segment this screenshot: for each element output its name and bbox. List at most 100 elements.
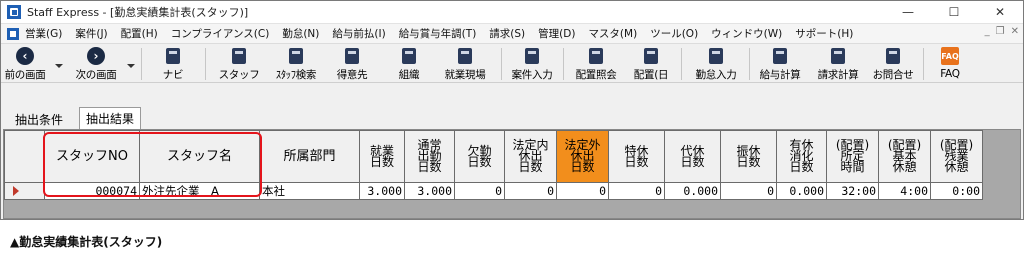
organization-button[interactable]: 組織 — [389, 46, 429, 82]
column-header-department[interactable]: 所属部門 — [259, 130, 360, 183]
cell-normal-days[interactable]: 3.000 — [404, 182, 455, 200]
cell-absence-days[interactable]: 0 — [454, 182, 505, 200]
column-header-absence-days[interactable]: 欠勤 日数 — [454, 130, 505, 183]
close-button[interactable]: ✕ — [977, 1, 1023, 23]
cell-work-days[interactable]: 3.000 — [359, 182, 405, 200]
staff-icon — [232, 47, 246, 64]
toolbar-separator — [141, 48, 142, 80]
toolbar: ‹ 前の画面 › 次の画面 ナビ スタッフ ｽﾀｯﾌ検索 得意先 組織 就業現場… — [1, 43, 1023, 83]
menu-compliance[interactable]: コンプライアンス(C) — [171, 26, 270, 41]
placement-inquiry-button[interactable]: 配置照会 — [567, 46, 625, 82]
column-header-substitute-leave[interactable]: 振休 日数 — [720, 130, 777, 183]
payroll-calc-icon — [773, 47, 787, 64]
app-icon — [7, 5, 21, 19]
customer-button[interactable]: 得意先 — [329, 46, 375, 82]
cell-nonlegal-holiday-work[interactable]: 0 — [556, 182, 609, 200]
cell-substitute-leave[interactable]: 0 — [720, 182, 777, 200]
forward-circle-icon: › — [87, 46, 105, 65]
cell-basic-break[interactable]: 4:00 — [878, 182, 931, 200]
toolbar-separator — [563, 48, 564, 80]
keyboard-icon — [166, 47, 180, 64]
cell-scheduled-hours[interactable]: 32:00 — [826, 182, 879, 200]
menu-management[interactable]: 管理(D) — [538, 26, 575, 41]
worksite-button[interactable]: 就業現場 — [435, 46, 495, 82]
case-input-icon — [525, 47, 539, 64]
document-icon[interactable] — [7, 27, 19, 40]
cell-special-leave[interactable]: 0 — [608, 182, 665, 200]
worksite-icon — [458, 47, 472, 64]
column-header-basic-break[interactable]: (配置) 基本 休憩 — [878, 130, 931, 183]
invoice-calc-icon — [831, 47, 845, 64]
menu-billing[interactable]: 請求(S) — [489, 26, 525, 41]
mdi-controls: _ ❐ ✕ — [985, 26, 1019, 37]
column-header-special-leave[interactable]: 特休 日数 — [608, 130, 665, 183]
column-header-work-days[interactable]: 就業 日数 — [359, 130, 405, 183]
row-selector[interactable] — [4, 182, 45, 200]
prev-dropdown-arrow-icon[interactable] — [55, 64, 63, 68]
window-title: Staff Express - [勤怠実績集計表(スタッフ)] — [27, 6, 249, 19]
back-circle-icon: ‹ — [16, 46, 34, 65]
column-header-scheduled-hours[interactable]: (配置) 所定 時間 — [826, 130, 879, 183]
case-input-button[interactable]: 案件入力 — [503, 46, 561, 82]
placement-day-icon — [644, 47, 658, 64]
menu-window[interactable]: ウィンドウ(W) — [711, 26, 782, 41]
payroll-calc-button[interactable]: 給与計算 — [751, 46, 809, 82]
cell-compensatory-leave[interactable]: 0.000 — [664, 182, 721, 200]
next-dropdown-arrow-icon[interactable] — [127, 64, 135, 68]
mdi-close-button[interactable]: ✕ — [1011, 26, 1019, 37]
menu-attendance[interactable]: 勤怠(N) — [282, 26, 319, 41]
toolbar-separator — [501, 48, 502, 80]
column-header-legal-holiday-work[interactable]: 法定内 休出 日数 — [504, 130, 557, 183]
menu-tools[interactable]: ツール(O) — [650, 26, 698, 41]
column-header-compensatory-leave[interactable]: 代休 日数 — [664, 130, 721, 183]
cell-paid-leave[interactable]: 0.000 — [776, 182, 827, 200]
inquiry-button[interactable]: お問合せ — [867, 46, 919, 82]
column-header-overtime-break[interactable]: (配置) 残業 休憩 — [930, 130, 983, 183]
row-pointer-icon — [13, 186, 19, 196]
cell-department[interactable]: 本社 — [259, 182, 360, 200]
customer-icon — [345, 47, 359, 64]
column-header-nonlegal-holiday-work[interactable]: 法定外 休出 日数 — [556, 130, 609, 183]
menu-support[interactable]: サポート(H) — [795, 26, 853, 41]
toolbar-separator — [749, 48, 750, 80]
menu-bar: 営業(G) 案件(J) 配置(H) コンプライアンス(C) 勤怠(N) 給与前払… — [1, 23, 1023, 43]
menu-sales[interactable]: 営業(G) — [25, 26, 62, 41]
attendance-input-icon — [709, 47, 723, 64]
placement-inquiry-icon — [589, 47, 603, 64]
mdi-minimize-button[interactable]: _ — [985, 26, 990, 37]
faq-button[interactable]: FAQ FAQ — [927, 46, 973, 82]
column-header-normal-days[interactable]: 通常 出勤 日数 — [404, 130, 455, 183]
maximize-button[interactable]: ☐ — [931, 1, 977, 23]
title-bar: Staff Express - [勤怠実績集計表(スタッフ)] — ☐ ✕ — [1, 1, 1023, 23]
toolbar-separator — [205, 48, 206, 80]
figure-caption: ▲勤怠実績集計表(スタッフ) — [10, 235, 163, 249]
mdi-restore-button[interactable]: ❐ — [996, 26, 1005, 37]
invoice-calc-button[interactable]: 請求計算 — [809, 46, 867, 82]
annotation-highlight-box — [43, 132, 262, 197]
tab-extraction-results[interactable]: 抽出結果 — [79, 107, 142, 129]
toolbar-separator — [923, 48, 924, 80]
placement-day-button[interactable]: 配置(日 — [627, 46, 675, 82]
minimize-button[interactable]: — — [885, 1, 931, 23]
faq-icon: FAQ — [941, 47, 959, 65]
staff-button[interactable]: スタッフ — [215, 46, 263, 82]
row-header-corner — [4, 130, 45, 183]
inquiry-icon — [886, 47, 900, 64]
tab-strip: 抽出条件 抽出結果 — [1, 105, 1023, 129]
navi-button[interactable]: ナビ — [156, 46, 190, 82]
tab-extraction-conditions[interactable]: 抽出条件 — [9, 109, 69, 129]
cell-legal-holiday-work[interactable]: 0 — [504, 182, 557, 200]
prev-screen-button[interactable]: ‹ 前の画面 — [1, 46, 49, 82]
menu-cases[interactable]: 案件(J) — [75, 26, 107, 41]
organization-icon — [402, 47, 416, 64]
menu-master[interactable]: マスタ(M) — [588, 26, 637, 41]
staff-search-button[interactable]: ｽﾀｯﾌ検索 — [267, 46, 325, 82]
menu-placement[interactable]: 配置(H) — [121, 26, 158, 41]
next-screen-button[interactable]: › 次の画面 — [67, 46, 125, 82]
column-header-paid-leave[interactable]: 有休 消化 日数 — [776, 130, 827, 183]
attendance-input-button[interactable]: 勤怠入力 — [687, 46, 745, 82]
menu-payroll[interactable]: 給与賞与年調(T) — [399, 26, 477, 41]
cell-overtime-break[interactable]: 0:00 — [930, 182, 983, 200]
menu-advance-pay[interactable]: 給与前払(I) — [332, 26, 385, 41]
staff-search-icon — [289, 47, 303, 64]
